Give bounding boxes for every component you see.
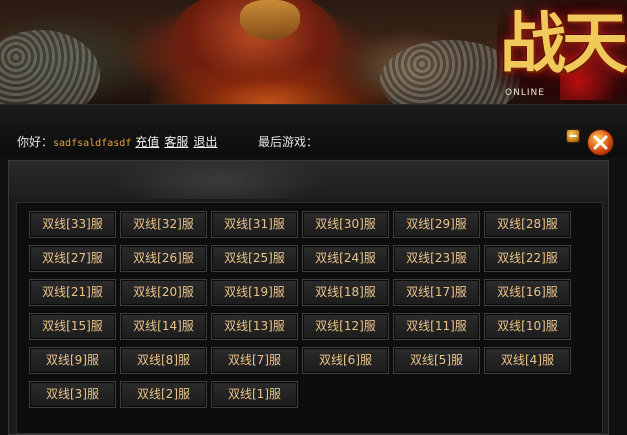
server-button[interactable]: 双线[18]服: [302, 279, 389, 306]
server-panel: 你好：sadfsaldfasdf 充值 客服 退出 最后游戏： 双线[33]服 双线[3…: [0, 104, 627, 435]
server-button[interactable]: 双线[6]服: [302, 347, 389, 374]
server-button[interactable]: 双线[19]服: [211, 279, 298, 306]
server-button[interactable]: 双线[8]服: [120, 347, 207, 374]
server-button[interactable]: 双线[1]服: [211, 381, 298, 408]
greeting-label: 你好：: [17, 135, 54, 149]
server-button[interactable]: 双线[11]服: [393, 313, 480, 340]
game-banner: 战天 ONLINE: [0, 0, 627, 104]
server-button[interactable]: 双线[25]服: [211, 245, 298, 272]
minimize-icon: [569, 135, 577, 137]
server-button[interactable]: 双线[10]服: [484, 313, 571, 340]
greeting: 你好：sadfsaldfasdf 充值 客服 退出: [17, 134, 222, 150]
server-button[interactable]: 双线[24]服: [302, 245, 389, 272]
game-logo: 战天: [500, 4, 627, 82]
server-button[interactable]: 双线[17]服: [393, 279, 480, 306]
username: sadfsaldfasdf: [53, 138, 132, 149]
server-button[interactable]: 双线[20]服: [120, 279, 207, 306]
customer-service-link[interactable]: 客服: [164, 135, 188, 149]
server-button[interactable]: 双线[9]服: [29, 347, 116, 374]
server-button[interactable]: 双线[28]服: [484, 211, 571, 238]
server-button[interactable]: 双线[33]服: [29, 211, 116, 238]
minimize-button[interactable]: [566, 129, 580, 143]
close-button[interactable]: [587, 129, 614, 156]
server-button[interactable]: 双线[2]服: [120, 381, 207, 408]
server-button[interactable]: 双线[31]服: [211, 211, 298, 238]
server-button[interactable]: 双线[3]服: [29, 381, 116, 408]
server-grid: 双线[33]服 双线[32]服 双线[31]服 双线[30]服 双线[29]服 双线[28…: [16, 202, 603, 434]
dragon-scale-decoration: [0, 30, 100, 104]
close-icon: [593, 135, 608, 150]
server-button[interactable]: 双线[4]服: [484, 347, 571, 374]
server-button[interactable]: 双线[26]服: [120, 245, 207, 272]
server-button[interactable]: 双线[14]服: [120, 313, 207, 340]
server-button[interactable]: 双线[30]服: [302, 211, 389, 238]
server-button[interactable]: 双线[15]服: [29, 313, 116, 340]
warrior-armor-artwork: [240, 0, 300, 40]
fire-artwork: [150, 60, 390, 104]
server-button[interactable]: 双线[13]服: [211, 313, 298, 340]
user-toolbar: 你好：sadfsaldfasdf 充值 客服 退出 最后游戏：: [0, 104, 627, 157]
game-logo-subtitle: ONLINE: [505, 88, 545, 98]
logout-link[interactable]: 退出: [193, 135, 217, 149]
server-list-frame: 双线[33]服 双线[32]服 双线[31]服 双线[30]服 双线[29]服 双线[28…: [8, 160, 609, 435]
frame-header-artwork: [9, 161, 608, 199]
server-button[interactable]: 双线[32]服: [120, 211, 207, 238]
server-button[interactable]: 双线[21]服: [29, 279, 116, 306]
server-button[interactable]: 双线[29]服: [393, 211, 480, 238]
server-button[interactable]: 双线[27]服: [29, 245, 116, 272]
server-button[interactable]: 双线[12]服: [302, 313, 389, 340]
recharge-link[interactable]: 充值: [135, 135, 159, 149]
server-button[interactable]: 双线[16]服: [484, 279, 571, 306]
server-button[interactable]: 双线[22]服: [484, 245, 571, 272]
server-button[interactable]: 双线[7]服: [211, 347, 298, 374]
server-button[interactable]: 双线[23]服: [393, 245, 480, 272]
server-button[interactable]: 双线[5]服: [393, 347, 480, 374]
last-game-label: 最后游戏：: [258, 135, 319, 149]
